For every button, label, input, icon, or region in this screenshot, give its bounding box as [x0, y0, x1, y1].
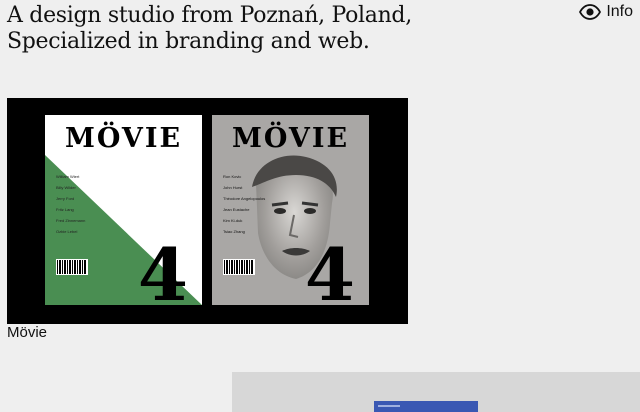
- cover-names-list: William Wiert Billy Wilder Jerry Ford Fr…: [56, 171, 85, 237]
- cover-name: Théodore Angelopoulos: [223, 196, 266, 201]
- barcode: [56, 259, 88, 275]
- cover-name: William Wiert: [56, 174, 80, 179]
- magazine-cover-right: MÖVIE Ron Kovic John Hurst Théodore Ange…: [212, 115, 369, 305]
- issue-number: 4: [137, 232, 188, 306]
- issue-number: 4: [304, 232, 355, 306]
- info-label: Info: [606, 3, 633, 20]
- tagline-line-2: Specialized in branding and web.: [7, 29, 370, 54]
- cover-name: Tsiao Zhang: [223, 229, 245, 234]
- cover-name: Kim Ki-duk: [223, 218, 243, 223]
- cover-name: Billy Wilder: [56, 185, 76, 190]
- next-project-preview: [374, 401, 478, 412]
- cover-title: MÖVIE: [231, 123, 350, 154]
- cover-name: Jerry Ford: [56, 196, 75, 201]
- cover-name: Jean Eustache: [223, 207, 250, 212]
- cover-name: John Hurst: [223, 185, 243, 190]
- cover-name: Ozbie Lebel: [56, 229, 78, 234]
- tagline-line-1: A design studio from Poznań, Poland,: [7, 3, 412, 28]
- studio-tagline: A design studio from Poznań, Poland, Spe…: [7, 3, 412, 55]
- cover-title: MÖVIE: [64, 123, 183, 154]
- info-link[interactable]: Info: [579, 3, 633, 21]
- eye-icon: [579, 4, 602, 20]
- project-card-movie[interactable]: MÖVIE William Wiert Billy Wilder Jerry F…: [7, 98, 408, 324]
- cover-name: Fred Zinnemann: [56, 218, 86, 223]
- barcode: [223, 259, 255, 275]
- cover-names-list: Ron Kovic John Hurst Théodore Angelopoul…: [223, 171, 265, 237]
- page: A design studio from Poznań, Poland, Spe…: [0, 0, 640, 412]
- cover-name: Ron Kovic: [223, 174, 242, 179]
- next-project-thumbnail[interactable]: [232, 372, 640, 412]
- cover-name: Fritz Lang: [56, 207, 74, 212]
- project-caption[interactable]: Mövie: [7, 323, 47, 343]
- magazine-cover-left: MÖVIE William Wiert Billy Wilder Jerry F…: [45, 115, 202, 305]
